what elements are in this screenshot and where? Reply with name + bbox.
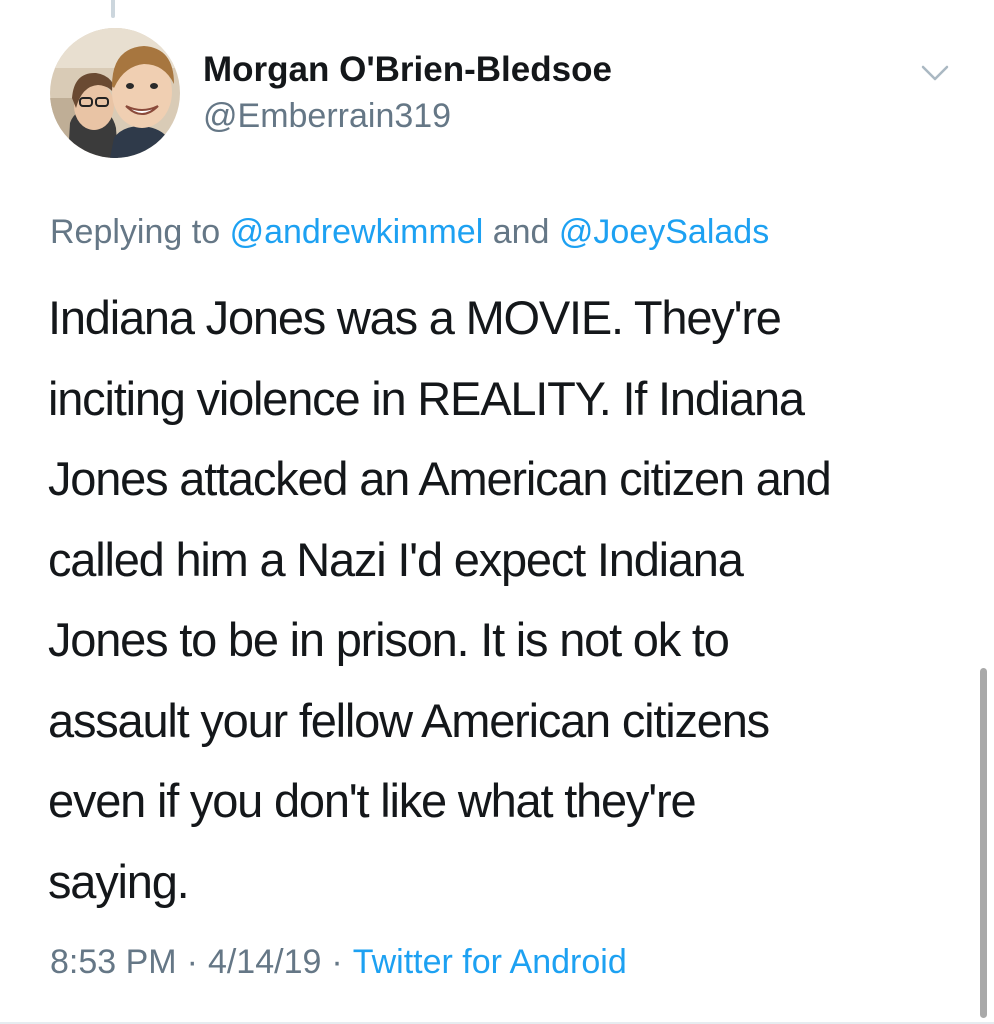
scrollbar[interactable] xyxy=(980,668,987,1018)
tweet-source-link[interactable]: Twitter for Android xyxy=(353,943,627,981)
tweet-time: 8:53 PM xyxy=(50,943,177,981)
replying-to-label: Replying to xyxy=(50,213,221,251)
meta-separator: · xyxy=(186,943,198,981)
chevron-down-icon[interactable] xyxy=(918,56,952,90)
avatar[interactable] xyxy=(50,28,180,158)
tweet-date: 4/14/19 xyxy=(207,943,322,981)
avatar-image xyxy=(50,28,180,158)
replying-to-line: Replying to @andrewkimmel and @JoeySalad… xyxy=(50,210,769,254)
replying-to-conjunction: and xyxy=(492,213,550,251)
thread-connector-line xyxy=(111,0,115,18)
author-handle[interactable]: @Emberrain319 xyxy=(203,95,451,137)
mention-link-andrewkimmel[interactable]: @andrewkimmel xyxy=(230,213,484,251)
author-display-name[interactable]: Morgan O'Brien-Bledsoe xyxy=(203,48,612,92)
tweet-metadata: 8:53 PM · 4/14/19 · Twitter for Android xyxy=(50,940,627,984)
tweet-text: Indiana Jones was a MOVIE. They're incit… xyxy=(48,291,832,908)
mention-link-joeysalads[interactable]: @JoeySalads xyxy=(559,213,769,251)
meta-separator: · xyxy=(331,943,343,981)
